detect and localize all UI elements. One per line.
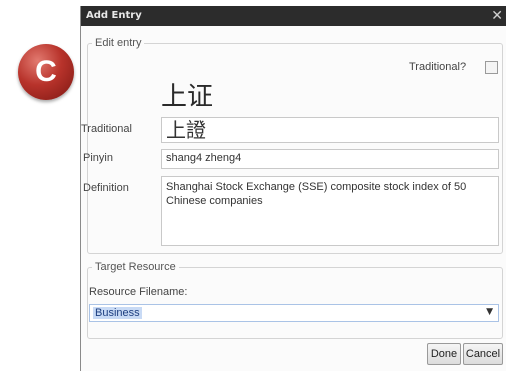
traditional-checkbox[interactable]: [485, 61, 498, 74]
traditional-checkbox-label: Traditional?: [409, 61, 467, 73]
definition-field[interactable]: Shanghai Stock Exchange (SSE) composite …: [161, 176, 499, 246]
step-c-badge: C: [18, 44, 74, 100]
dialog-titlebar: Add Entry ✕: [81, 6, 506, 26]
dialog-title: Add Entry: [86, 10, 142, 21]
resource-filename-label: Resource Filename:: [89, 286, 188, 298]
pinyin-field[interactable]: shang4 zheng4: [161, 149, 499, 169]
target-resource-legend: Target Resource: [95, 261, 176, 273]
traditional-label: Traditional: [81, 123, 132, 135]
done-button[interactable]: Done: [427, 343, 461, 365]
cancel-button[interactable]: Cancel: [463, 343, 503, 365]
resource-selected-value: Business: [93, 307, 142, 319]
edit-entry-legend: Edit entry: [95, 37, 142, 49]
target-resource-group: Target Resource: [87, 261, 503, 339]
dropdown-arrow-icon[interactable]: ▼: [486, 307, 493, 317]
resource-filename-select[interactable]: Business ▼: [89, 304, 499, 322]
traditional-field[interactable]: 上證: [161, 117, 499, 143]
pinyin-label: Pinyin: [83, 152, 113, 164]
simplified-chars: 上证: [161, 82, 214, 112]
add-entry-dialog: Add Entry ✕ Edit entry Traditional? 上证 T…: [80, 6, 506, 371]
definition-label: Definition: [83, 182, 129, 194]
close-icon[interactable]: ✕: [491, 6, 503, 26]
